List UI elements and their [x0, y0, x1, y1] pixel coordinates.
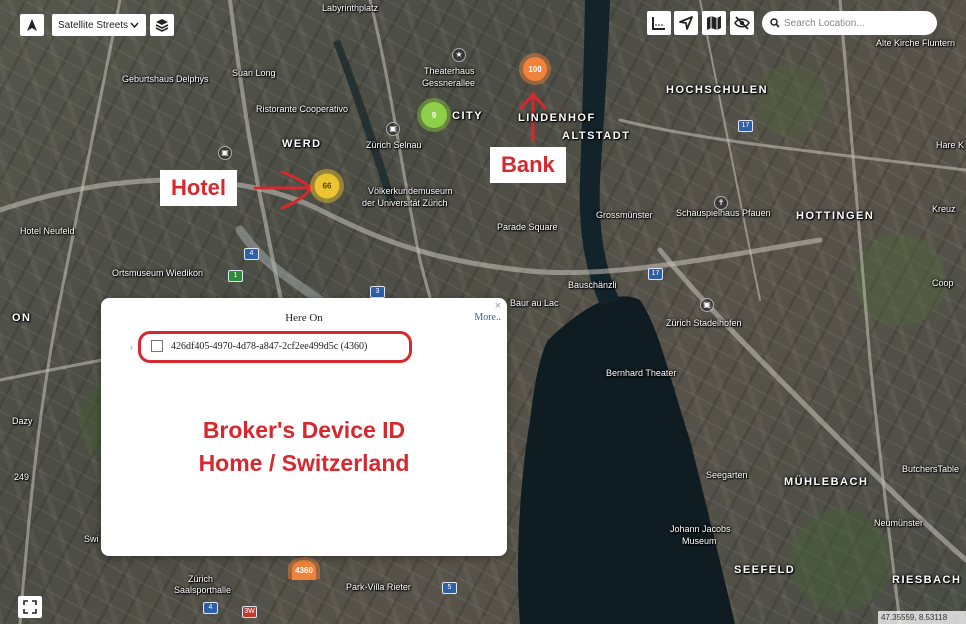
- navigate-button[interactable]: [20, 14, 44, 36]
- bank-callout: Bank: [490, 147, 566, 183]
- annotation-line: Home / Switzerland: [198, 450, 410, 476]
- popup-title: Here On: [285, 312, 323, 324]
- device-highlight-outline: [138, 331, 412, 363]
- map-view-button[interactable]: [702, 11, 726, 35]
- route-shield: 3W: [242, 606, 257, 618]
- bank-arrow: [519, 91, 547, 142]
- route-shield: 4: [203, 602, 218, 614]
- device-cluster[interactable]: 9: [417, 98, 451, 132]
- cluster-count: 100: [523, 57, 547, 81]
- annotation-line: Broker's Device ID: [202, 417, 406, 443]
- river-limmat: [579, 0, 620, 305]
- device-cluster[interactable]: 66: [310, 169, 344, 203]
- measure-area-button[interactable]: [647, 11, 671, 35]
- location-arrow-icon: [679, 16, 693, 30]
- hide-location-button[interactable]: [730, 11, 754, 35]
- train-station-icon: ▣: [218, 146, 232, 160]
- map-style-dropdown[interactable]: Satellite Streets: [52, 14, 146, 36]
- cluster-count: 66: [314, 173, 340, 199]
- fullscreen-button[interactable]: [18, 596, 42, 618]
- popup-close-button[interactable]: ×: [495, 300, 501, 312]
- more-link[interactable]: More..: [474, 312, 501, 323]
- map-icon: [707, 16, 721, 30]
- north-arrow-icon: [27, 19, 37, 31]
- popup-annotation: Broker's Device ID Home / Switzerland: [101, 414, 507, 480]
- route-shield: 3: [370, 286, 385, 298]
- fullscreen-icon: [23, 600, 37, 614]
- layers-icon: [155, 19, 169, 32]
- search-icon: [770, 18, 780, 28]
- landmark-icon: ✝: [714, 196, 728, 210]
- map-style-label: Satellite Streets: [58, 19, 129, 31]
- route-shield: 4: [244, 248, 259, 260]
- route-shield: 1: [228, 270, 243, 282]
- layers-button[interactable]: [150, 14, 174, 36]
- location-search[interactable]: [762, 11, 937, 35]
- lake-zurich: [518, 296, 735, 624]
- train-station-icon: ▣: [700, 298, 714, 312]
- device-cluster[interactable]: 100: [519, 53, 551, 85]
- landmark-icon: ★: [452, 48, 466, 62]
- route-shield: 17: [648, 268, 663, 280]
- locate-button[interactable]: [674, 11, 698, 35]
- here-on-popup: × Here On More.. › 426df405-4970-4d78-a8…: [101, 298, 507, 556]
- cluster-count: 9: [421, 102, 447, 128]
- route-shield: 17: [738, 120, 753, 132]
- train-station-icon: ▣: [386, 122, 400, 136]
- hotel-callout: Hotel: [160, 170, 237, 206]
- ruler-square-icon: [652, 17, 665, 30]
- route-shield: 5: [442, 582, 457, 594]
- device-cluster[interactable]: 4360: [288, 557, 320, 581]
- chevron-down-icon: [130, 22, 139, 28]
- coordinates-readout: 47.35559, 8.53118: [878, 611, 966, 624]
- cluster-count: 4360: [292, 560, 316, 581]
- eye-off-icon: [734, 16, 750, 30]
- search-input[interactable]: [784, 17, 924, 29]
